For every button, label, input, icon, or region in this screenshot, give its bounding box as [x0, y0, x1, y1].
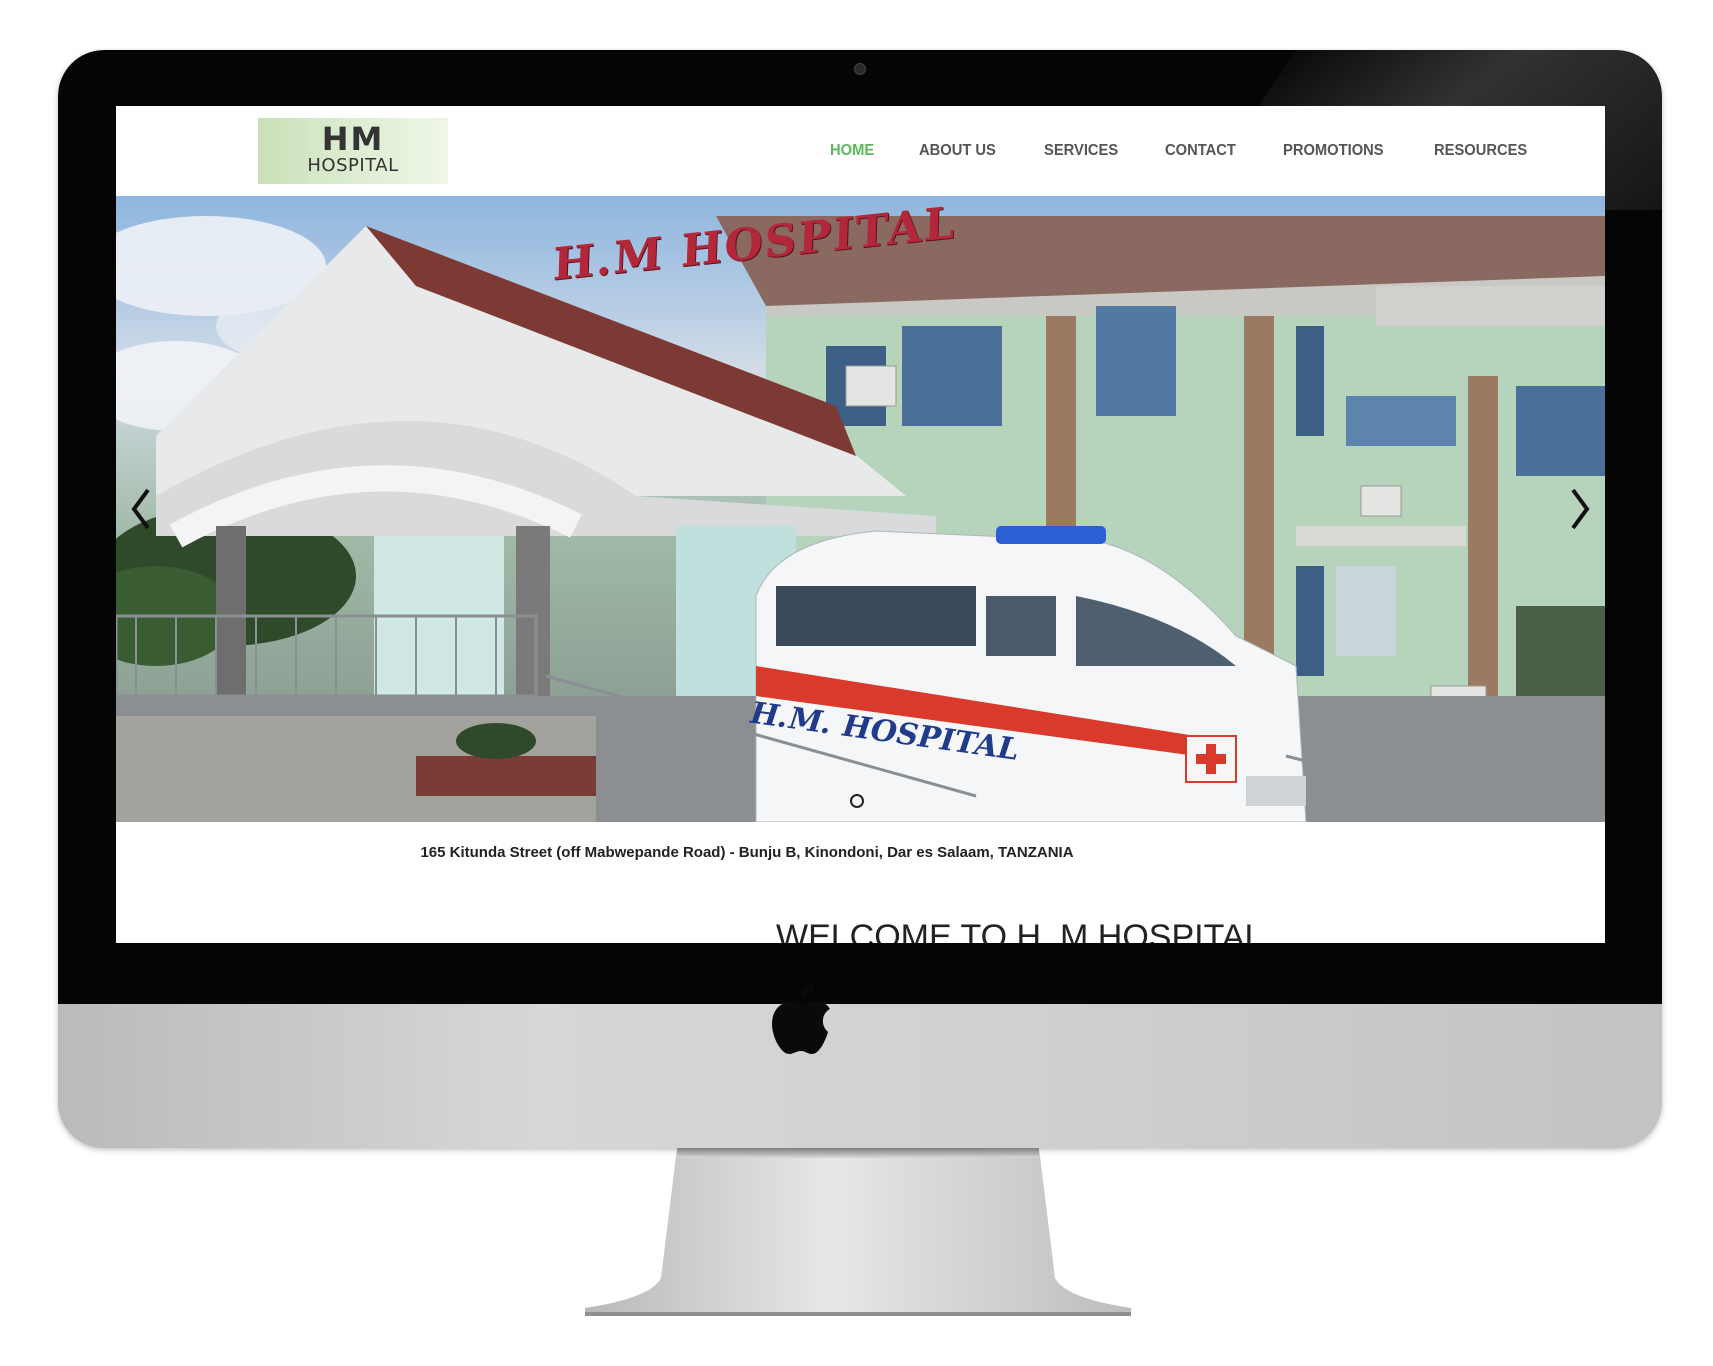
screen-bezel: HM HOSPITAL HOME ABOUT US SERVICES CONTA… [58, 50, 1662, 1004]
imac-chin [58, 1004, 1662, 1148]
chevron-right-icon[interactable] [1567, 484, 1593, 534]
logo-mark: HM [321, 120, 385, 158]
imac-stand [585, 1148, 1131, 1316]
nav-contact[interactable]: CONTACT [1165, 142, 1236, 162]
main-nav: HOME ABOUT US SERVICES CONTACT PROMOTION… [830, 142, 1576, 162]
website-screen: HM HOSPITAL HOME ABOUT US SERVICES CONTA… [116, 106, 1605, 943]
apple-logo-icon [772, 984, 830, 1054]
nav-resources[interactable]: RESOURCES [1434, 142, 1527, 162]
imac-frame: HM HOSPITAL HOME ABOUT US SERVICES CONTA… [58, 50, 1662, 1148]
nav-services[interactable]: SERVICES [1044, 142, 1118, 162]
hero-carousel: H.M HOSPITAL H.M. HOSPITAL [116, 196, 1605, 822]
welcome-heading: WELCOME TO H. M HOSPITAL [776, 918, 1264, 943]
logo-text: HOSPITAL [307, 155, 399, 176]
site-header: HM HOSPITAL HOME ABOUT US SERVICES CONTA… [116, 106, 1605, 196]
hospital-address: 165 Kitunda Street (off Mabwepande Road)… [420, 844, 1074, 861]
carousel-indicator[interactable] [850, 794, 864, 808]
hospital-logo[interactable]: HM HOSPITAL [258, 118, 448, 184]
camera-icon [854, 63, 866, 75]
nav-home[interactable]: HOME [830, 142, 874, 162]
nav-promotions[interactable]: PROMOTIONS [1283, 142, 1384, 162]
chevron-left-icon[interactable] [128, 484, 154, 534]
nav-about-us[interactable]: ABOUT US [919, 142, 996, 162]
